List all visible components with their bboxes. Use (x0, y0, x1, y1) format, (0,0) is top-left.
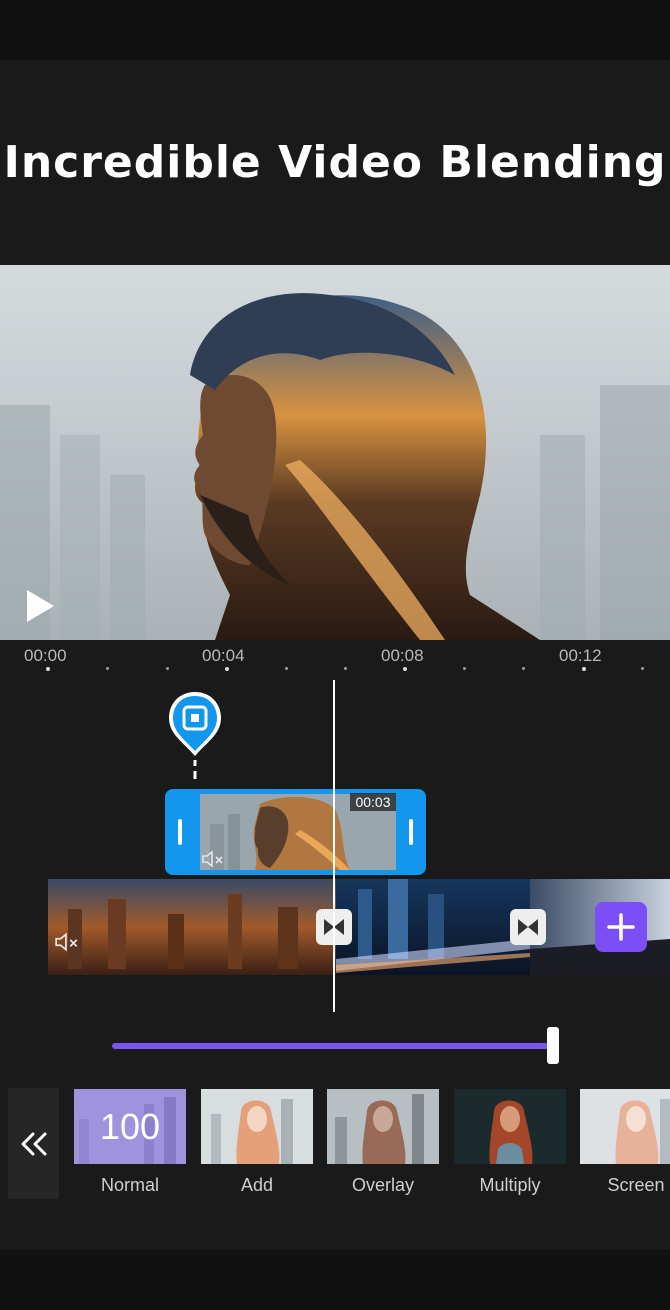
tick-dot (403, 667, 407, 671)
blend-mode-overlay[interactable]: Overlay (327, 1089, 439, 1196)
tick-dot (46, 667, 50, 671)
tick-dot (522, 667, 525, 670)
blend-mode-label: Overlay (351, 1175, 414, 1195)
tick-dot (285, 667, 288, 670)
preview-image (0, 293, 670, 640)
main-video-track[interactable] (48, 879, 670, 975)
status-bar-area (0, 0, 670, 60)
play-icon (27, 590, 54, 622)
blend-mode-label: Screen (607, 1175, 665, 1195)
thumb-image (327, 1089, 439, 1164)
blend-thumbnail (454, 1089, 566, 1164)
overlay-duration-label: 00:03 (350, 793, 396, 811)
collapse-panel-button[interactable] (8, 1088, 59, 1199)
tick-dot (641, 667, 644, 670)
navigation-bar-area (0, 1250, 670, 1310)
promo-headline: Incredible Video Blending (3, 137, 667, 188)
thumb-image (580, 1089, 670, 1164)
tick-dot (582, 667, 586, 671)
opacity-slider-thumb[interactable] (547, 1027, 559, 1064)
opacity-value: 100 (74, 1089, 186, 1164)
video-preview[interactable] (0, 265, 670, 640)
transition-icon (518, 919, 538, 935)
tick-dot (106, 667, 109, 670)
blend-mode-multiply[interactable]: Multiply (454, 1089, 566, 1196)
overlay-marker-icon (169, 692, 221, 779)
thumb-image (201, 1089, 313, 1164)
blend-thumbnail (327, 1089, 439, 1164)
blend-thumbnail: 100 (74, 1089, 186, 1164)
tick-dot (225, 667, 229, 671)
transition-button[interactable] (510, 909, 546, 945)
clip-trim-handle-right[interactable] (409, 819, 413, 845)
play-button[interactable] (24, 588, 56, 624)
tick-label: 00:12 (559, 646, 602, 665)
tick-label: 00:00 (24, 646, 67, 665)
tick-dot (166, 667, 169, 670)
tick-dot (344, 667, 347, 670)
overlay-keyframe-marker[interactable] (167, 690, 223, 780)
time-ruler[interactable]: 00:00 00:04 00:08 00:12 (0, 640, 670, 680)
blend-mode-label: Multiply (479, 1175, 541, 1195)
thumb-image (454, 1089, 566, 1164)
tick-label: 00:08 (381, 646, 424, 665)
tick-dot (463, 667, 466, 670)
mute-icon[interactable] (201, 849, 225, 869)
blend-mode-screen[interactable]: Screen (580, 1089, 670, 1196)
add-clip-button[interactable] (595, 902, 647, 952)
mute-icon[interactable] (54, 931, 80, 953)
blend-mode-label: Add (240, 1175, 274, 1195)
blend-thumbnail (580, 1089, 670, 1164)
tick-label: 00:04 (202, 646, 245, 665)
clip-trim-handle-left[interactable] (178, 819, 182, 845)
plus-icon (607, 913, 635, 941)
double-chevron-left-icon (21, 1132, 46, 1155)
blend-mode-normal[interactable]: 100 Normal (74, 1089, 186, 1196)
opacity-slider-track[interactable] (112, 1043, 554, 1049)
blend-mode-label: Normal (100, 1175, 159, 1195)
blend-thumbnail (201, 1089, 313, 1164)
playhead[interactable] (333, 680, 335, 1012)
main-track-thumbnails (48, 879, 670, 975)
blend-mode-add[interactable]: Add (201, 1089, 313, 1196)
